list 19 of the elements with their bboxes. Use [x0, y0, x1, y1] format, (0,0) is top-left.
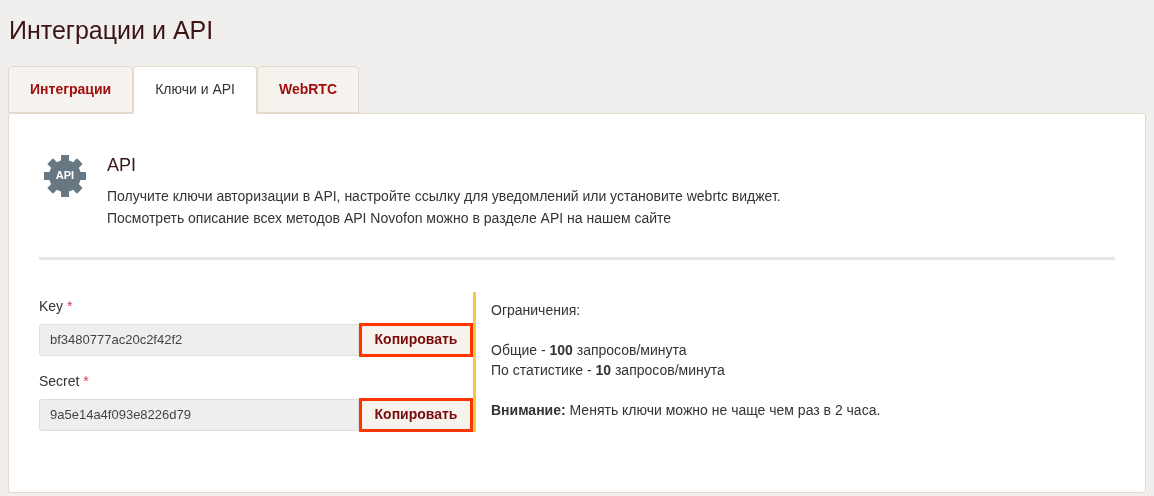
limit-text: Общие - 100 запросов/минута [491, 340, 688, 360]
section-title: API [107, 153, 137, 177]
tab[interactable]: WebRTC [256, 65, 360, 113]
tab[interactable]: Ключи и API [133, 65, 257, 114]
field-label: Secret [39, 372, 80, 389]
copy-button[interactable]: Копировать [359, 397, 473, 432]
page-title: Интеграции и API [9, 15, 215, 46]
tab[interactable]: Интеграции [8, 65, 134, 113]
required-mark: * [83, 372, 89, 389]
input-field[interactable]: bf3480777ac20c2f42f2 [39, 323, 359, 356]
input-field[interactable]: 9a5e14a4f093e8226d79 [39, 398, 359, 431]
limit-text: По статистике - 10 запросов/минута [491, 360, 726, 380]
limits-heading: Ограничения: [491, 300, 582, 320]
description-text: Посмотреть описание всех методов API Novofon можно в разделе API на нашем сайте [107, 208, 673, 228]
copy-button[interactable]: Копировать [359, 322, 473, 357]
field-label: Key [39, 297, 64, 314]
warning-text: Внимание: Менять ключи можно не чаще чем раз в 2 часа. [491, 400, 881, 420]
required-mark: * [67, 297, 73, 314]
description-text: Получите ключи авторизации в API, настройте ссылку для уведомлений или установите webrtc виджет. [107, 186, 781, 206]
